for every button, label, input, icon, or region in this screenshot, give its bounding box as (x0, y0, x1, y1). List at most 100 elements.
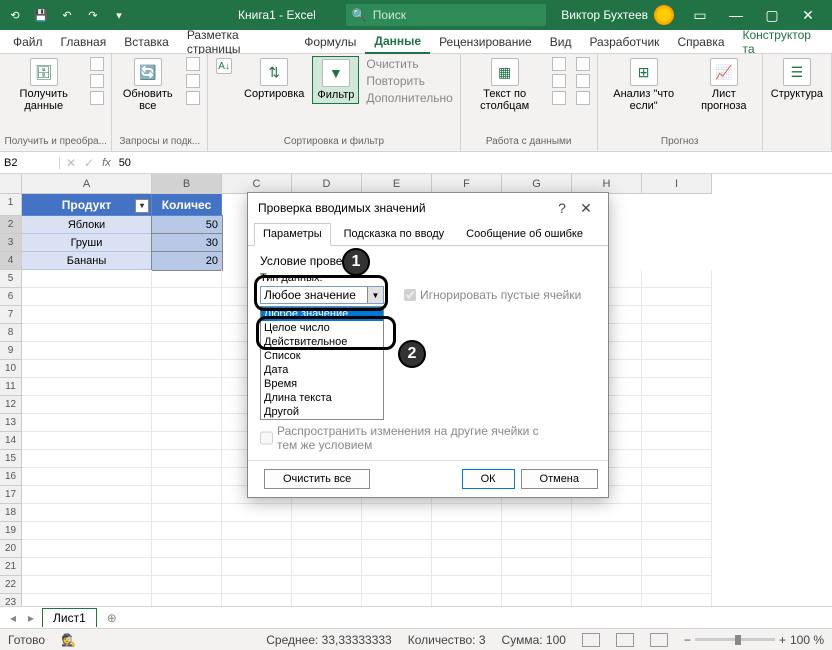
col-header-b[interactable]: B (152, 174, 222, 194)
page-break-button[interactable] (650, 633, 668, 647)
fx-cancel-icon[interactable]: ✕ (66, 156, 76, 170)
row-header[interactable]: 5 (0, 270, 22, 288)
add-sheet-button[interactable]: ⊕ (101, 611, 123, 625)
dialog-close-button[interactable]: ✕ (574, 200, 598, 217)
name-box[interactable]: B2 (0, 157, 60, 169)
qat-dropdown-icon[interactable]: ▾ (110, 6, 128, 24)
dialog-help-button[interactable]: ? (550, 200, 574, 216)
opt-list[interactable]: Список (261, 349, 383, 363)
remove-dupes-button[interactable] (549, 73, 569, 89)
table-header-product[interactable]: Продукт▾ (22, 194, 152, 216)
refresh-all-button[interactable]: 🔄Обновить все (116, 56, 179, 114)
get-data-button[interactable]: 🗄Получить данные (4, 56, 83, 114)
edit-links-button[interactable] (183, 90, 203, 106)
select-all-corner[interactable] (0, 174, 22, 194)
user-account[interactable]: Виктор Бухтеев (561, 5, 674, 25)
fx-accept-icon[interactable]: ✓ (84, 156, 94, 170)
opt-text-length[interactable]: Длина текста (261, 391, 383, 405)
opt-time[interactable]: Время (261, 377, 383, 391)
dialog-tab-error-alert[interactable]: Сообщение об ошибке (457, 223, 592, 245)
apply-changes-checkbox[interactable] (260, 424, 273, 452)
opt-date[interactable]: Дата (261, 363, 383, 377)
cancel-button[interactable]: Отмена (521, 469, 598, 489)
from-text-button[interactable] (87, 56, 107, 72)
cell-a4[interactable]: Бананы (22, 252, 152, 270)
structure-button[interactable]: ☰Структура (767, 56, 827, 102)
row-header[interactable]: 3 (0, 234, 22, 252)
advanced-filter-button[interactable]: Дополнительно (363, 90, 455, 106)
data-validation-button[interactable] (549, 90, 569, 106)
row-header[interactable]: 18 (0, 504, 22, 522)
row-header[interactable]: 21 (0, 558, 22, 576)
row-header[interactable]: 13 (0, 414, 22, 432)
row-header[interactable]: 10 (0, 360, 22, 378)
filter-button[interactable]: ▼Фильтр (312, 56, 359, 104)
col-header-e[interactable]: E (362, 174, 432, 194)
dialog-tab-input-message[interactable]: Подсказка по вводу (335, 223, 454, 245)
opt-custom[interactable]: Другой (261, 405, 383, 419)
fx-icon[interactable]: fx (102, 157, 111, 169)
row-header[interactable]: 4 (0, 252, 22, 270)
row-header[interactable]: 23 (0, 594, 22, 606)
tab-formulas[interactable]: Формулы (295, 31, 365, 53)
forecast-button[interactable]: 📈Лист прогноза (690, 56, 758, 114)
consolidate-button[interactable] (573, 56, 593, 72)
clear-filter-button[interactable]: Очистить (363, 56, 455, 72)
tab-developer[interactable]: Разработчик (580, 31, 668, 53)
undo-icon[interactable]: ↶ (58, 6, 76, 24)
filter-dropdown-icon[interactable]: ▾ (135, 199, 149, 213)
row-header[interactable]: 15 (0, 450, 22, 468)
cell-b3[interactable]: 30 (152, 234, 222, 252)
row-header[interactable]: 9 (0, 342, 22, 360)
row-header[interactable]: 19 (0, 522, 22, 540)
col-header-g[interactable]: G (502, 174, 572, 194)
sheet-nav-next[interactable]: ▸ (24, 611, 38, 625)
from-web-button[interactable] (87, 73, 107, 89)
autosave-icon[interactable]: ⟲ (6, 6, 24, 24)
data-model-button[interactable] (573, 90, 593, 106)
tab-file[interactable]: Файл (4, 31, 52, 53)
row-header[interactable]: 20 (0, 540, 22, 558)
sort-az-button[interactable]: A↓ (212, 56, 236, 76)
ok-button[interactable]: ОК (462, 469, 515, 489)
cell-a2[interactable]: Яблоки (22, 216, 152, 234)
row-header[interactable]: 6 (0, 288, 22, 306)
save-icon[interactable]: 💾 (32, 6, 50, 24)
col-header-c[interactable]: C (222, 174, 292, 194)
page-layout-button[interactable] (616, 633, 634, 647)
tab-data[interactable]: Данные (365, 30, 430, 54)
cell-b4[interactable]: 20 (152, 252, 222, 270)
row-header[interactable]: 8 (0, 324, 22, 342)
zoom-slider[interactable]: −+ 100 % (684, 633, 824, 647)
col-header-f[interactable]: F (432, 174, 502, 194)
row-header[interactable]: 7 (0, 306, 22, 324)
normal-view-button[interactable] (582, 633, 600, 647)
row-header[interactable]: 14 (0, 432, 22, 450)
col-header-i[interactable]: I (642, 174, 712, 194)
row-header[interactable]: 11 (0, 378, 22, 396)
redo-icon[interactable]: ↷ (84, 6, 102, 24)
relationships-button[interactable] (573, 73, 593, 89)
row-header[interactable]: 17 (0, 486, 22, 504)
table-header-qty[interactable]: Количес (152, 194, 222, 216)
sheet-nav-prev[interactable]: ◂ (6, 611, 20, 625)
tab-review[interactable]: Рецензирование (430, 31, 541, 53)
whatif-button[interactable]: ⊞Анализ "что если" (602, 56, 686, 114)
clear-all-button[interactable]: Очистить все (264, 469, 370, 489)
search-box[interactable]: 🔍 Поиск (346, 4, 546, 26)
text-to-columns-button[interactable]: ▦Текст по столбцам (465, 56, 545, 114)
properties-button[interactable] (183, 73, 203, 89)
tab-view[interactable]: Вид (541, 31, 581, 53)
sheet-tab[interactable]: Лист1 (42, 608, 97, 627)
ignore-blank-checkbox[interactable] (404, 289, 416, 301)
queries-button[interactable] (183, 56, 203, 72)
tab-home[interactable]: Главная (52, 31, 116, 53)
accessibility-icon[interactable]: 🕵 (61, 633, 76, 647)
formula-input[interactable]: 50 (119, 157, 131, 169)
cell-a3[interactable]: Груши (22, 234, 152, 252)
col-header-d[interactable]: D (292, 174, 362, 194)
col-header-h[interactable]: H (572, 174, 642, 194)
sort-button[interactable]: ⇅Сортировка (240, 56, 308, 102)
from-table-button[interactable] (87, 90, 107, 106)
flash-fill-button[interactable] (549, 56, 569, 72)
